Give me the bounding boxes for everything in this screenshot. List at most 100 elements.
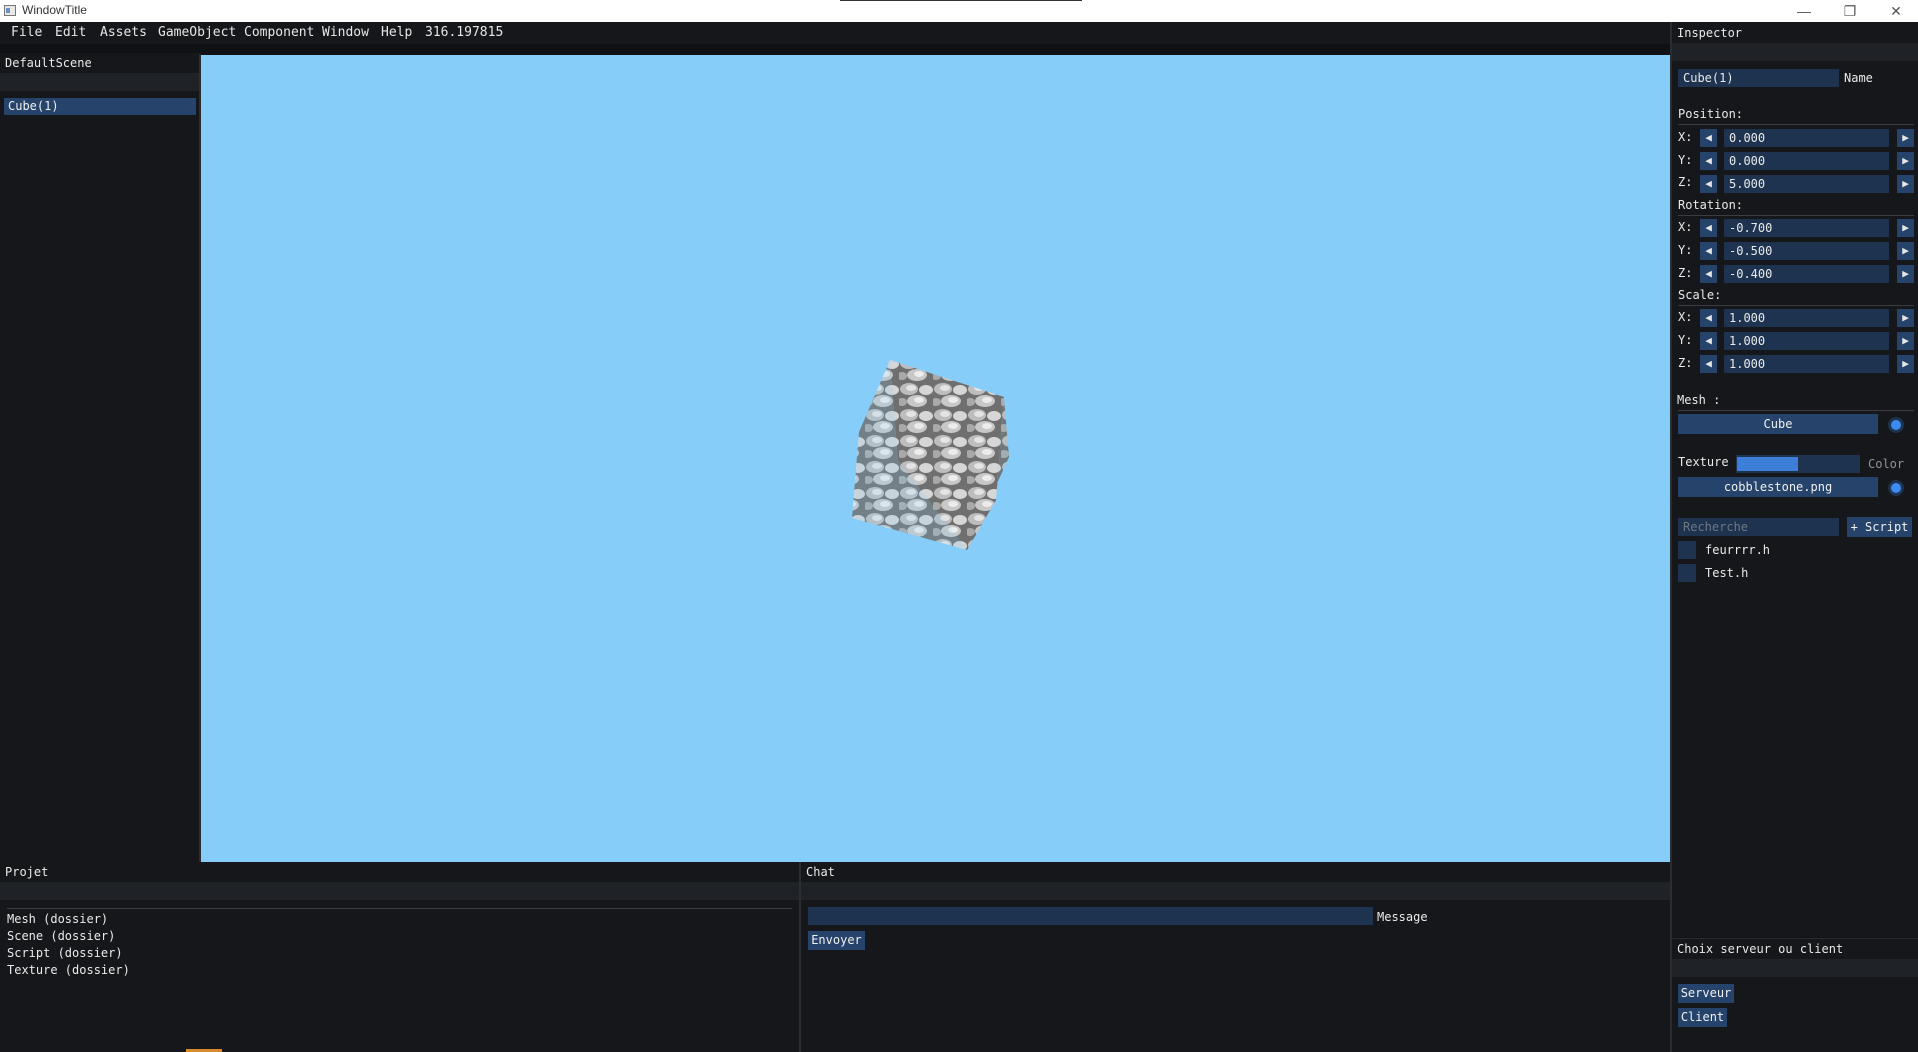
cube-object[interactable] bbox=[831, 355, 1031, 575]
project-item-scene[interactable]: Scene (dossier) bbox=[7, 929, 115, 943]
scale-z-increment[interactable]: ▶ bbox=[1897, 355, 1914, 373]
mesh-radio[interactable] bbox=[1888, 417, 1904, 433]
texture-select-button[interactable]: cobblestone.png bbox=[1678, 477, 1878, 497]
network-panel-toolbar bbox=[1672, 959, 1918, 977]
close-icon[interactable]: ✕ bbox=[1873, 0, 1918, 22]
position-y-decrement[interactable]: ◀ bbox=[1700, 152, 1717, 170]
chat-message-label: Message bbox=[1377, 910, 1428, 924]
project-panel-toolbar bbox=[0, 882, 799, 900]
hierarchy-item-cube[interactable]: Cube(1) bbox=[4, 98, 196, 115]
position-x-increment[interactable]: ▶ bbox=[1897, 129, 1914, 147]
add-script-button[interactable]: + Script bbox=[1847, 517, 1912, 537]
project-panel-title: Projet bbox=[0, 862, 799, 882]
script-search-input[interactable]: Recherche bbox=[1678, 518, 1839, 536]
rotation-z-input[interactable]: -0.400 bbox=[1724, 265, 1889, 283]
scale-x-increment[interactable]: ▶ bbox=[1897, 309, 1914, 327]
minimize-icon[interactable]: — bbox=[1781, 0, 1827, 22]
scale-divider bbox=[1678, 305, 1914, 306]
script-checkbox-feurrrr[interactable] bbox=[1678, 541, 1696, 559]
mesh-divider bbox=[1678, 410, 1914, 411]
inspector-toolbar bbox=[1672, 43, 1918, 61]
scale-z-label: Z: bbox=[1678, 356, 1693, 370]
name-label: Name bbox=[1844, 71, 1873, 85]
position-y-label: Y: bbox=[1678, 153, 1693, 167]
position-z-decrement[interactable]: ◀ bbox=[1700, 175, 1717, 193]
rotation-x-input[interactable]: -0.700 bbox=[1724, 219, 1889, 237]
fps-readout: 316.197815 bbox=[425, 25, 504, 40]
titlebar-focus-line bbox=[840, 0, 1082, 1]
texture-label: Texture bbox=[1678, 455, 1729, 469]
scene-viewport[interactable] bbox=[201, 55, 1671, 862]
position-y-increment[interactable]: ▶ bbox=[1897, 152, 1914, 170]
rotation-x-decrement[interactable]: ◀ bbox=[1700, 219, 1717, 237]
position-divider bbox=[1678, 124, 1914, 125]
scale-x-input[interactable]: 1.000 bbox=[1724, 309, 1889, 327]
position-x-input[interactable]: 0.000 bbox=[1724, 129, 1889, 147]
texture-radio[interactable] bbox=[1888, 480, 1904, 496]
menu-file[interactable]: File bbox=[11, 25, 42, 40]
script-item-test: Test.h bbox=[1705, 566, 1749, 580]
scale-z-input[interactable]: 1.000 bbox=[1724, 355, 1889, 373]
main-menu-bar: File Edit Assets GameObject Component Wi… bbox=[0, 22, 1672, 44]
scale-x-label: X: bbox=[1678, 310, 1693, 324]
position-label: Position: bbox=[1678, 107, 1744, 121]
position-z-input[interactable]: 5.000 bbox=[1724, 175, 1889, 193]
script-checkbox-test[interactable] bbox=[1678, 564, 1696, 582]
menu-help[interactable]: Help bbox=[381, 25, 412, 40]
project-divider bbox=[7, 908, 792, 909]
color-swatch bbox=[1737, 457, 1798, 471]
inspector-splitter[interactable] bbox=[1670, 22, 1672, 1052]
rotation-y-decrement[interactable]: ◀ bbox=[1700, 242, 1717, 260]
server-button[interactable]: Serveur bbox=[1678, 984, 1734, 1003]
color-label: Color bbox=[1868, 457, 1905, 471]
menu-gameobject[interactable]: GameObject bbox=[158, 25, 236, 40]
rotation-y-label: Y: bbox=[1678, 243, 1693, 257]
scale-y-increment[interactable]: ▶ bbox=[1897, 332, 1914, 350]
menu-component[interactable]: Component bbox=[244, 25, 314, 40]
chat-message-input[interactable] bbox=[808, 907, 1373, 925]
position-y-input[interactable]: 0.000 bbox=[1724, 152, 1889, 170]
rotation-z-increment[interactable]: ▶ bbox=[1897, 265, 1914, 283]
scene-panel-title: DefaultScene bbox=[0, 53, 200, 73]
scene-panel bbox=[0, 54, 200, 862]
scale-z-decrement[interactable]: ◀ bbox=[1700, 355, 1717, 373]
scene-panel-toolbar bbox=[0, 73, 200, 91]
rotation-y-input[interactable]: -0.500 bbox=[1724, 242, 1889, 260]
menu-window[interactable]: Window bbox=[322, 25, 369, 40]
position-x-decrement[interactable]: ◀ bbox=[1700, 129, 1717, 147]
position-z-increment[interactable]: ▶ bbox=[1897, 175, 1914, 193]
rotation-divider bbox=[1678, 215, 1914, 216]
script-item-feurrrr: feurrrr.h bbox=[1705, 543, 1771, 557]
client-button[interactable]: Client bbox=[1678, 1008, 1727, 1027]
scale-y-label: Y: bbox=[1678, 333, 1693, 347]
menu-edit[interactable]: Edit bbox=[55, 25, 86, 40]
scale-y-decrement[interactable]: ◀ bbox=[1700, 332, 1717, 350]
project-item-mesh[interactable]: Mesh (dossier) bbox=[7, 912, 108, 926]
rotation-x-increment[interactable]: ▶ bbox=[1897, 219, 1914, 237]
window-title: WindowTitle bbox=[22, 3, 87, 17]
position-z-label: Z: bbox=[1678, 175, 1693, 189]
rotation-label: Rotation: bbox=[1678, 198, 1744, 212]
project-item-texture[interactable]: Texture (dossier) bbox=[7, 963, 130, 977]
rotation-z-label: Z: bbox=[1678, 266, 1693, 280]
mesh-select-button[interactable]: Cube bbox=[1678, 414, 1878, 434]
rotation-z-decrement[interactable]: ◀ bbox=[1700, 265, 1717, 283]
project-item-script[interactable]: Script (dossier) bbox=[7, 946, 123, 960]
maximize-icon[interactable]: ❐ bbox=[1827, 0, 1873, 22]
position-x-label: X: bbox=[1678, 130, 1693, 144]
color-picker[interactable] bbox=[1736, 455, 1860, 473]
chat-panel-toolbar bbox=[801, 882, 1670, 900]
rotation-y-increment[interactable]: ▶ bbox=[1897, 242, 1914, 260]
network-panel-title: Choix serveur ou client bbox=[1672, 939, 1918, 959]
inspector-title: Inspector bbox=[1672, 23, 1918, 43]
mesh-label: Mesh : bbox=[1677, 393, 1721, 407]
rotation-x-label: X: bbox=[1678, 220, 1693, 234]
send-button[interactable]: Envoyer bbox=[808, 931, 865, 950]
menu-assets[interactable]: Assets bbox=[100, 25, 147, 40]
scale-x-decrement[interactable]: ◀ bbox=[1700, 309, 1717, 327]
app-icon bbox=[4, 5, 16, 16]
object-name-field[interactable]: Cube(1) bbox=[1678, 69, 1839, 87]
scale-label: Scale: bbox=[1678, 288, 1722, 302]
scale-y-input[interactable]: 1.000 bbox=[1724, 332, 1889, 350]
chat-panel-title: Chat bbox=[801, 862, 1670, 882]
